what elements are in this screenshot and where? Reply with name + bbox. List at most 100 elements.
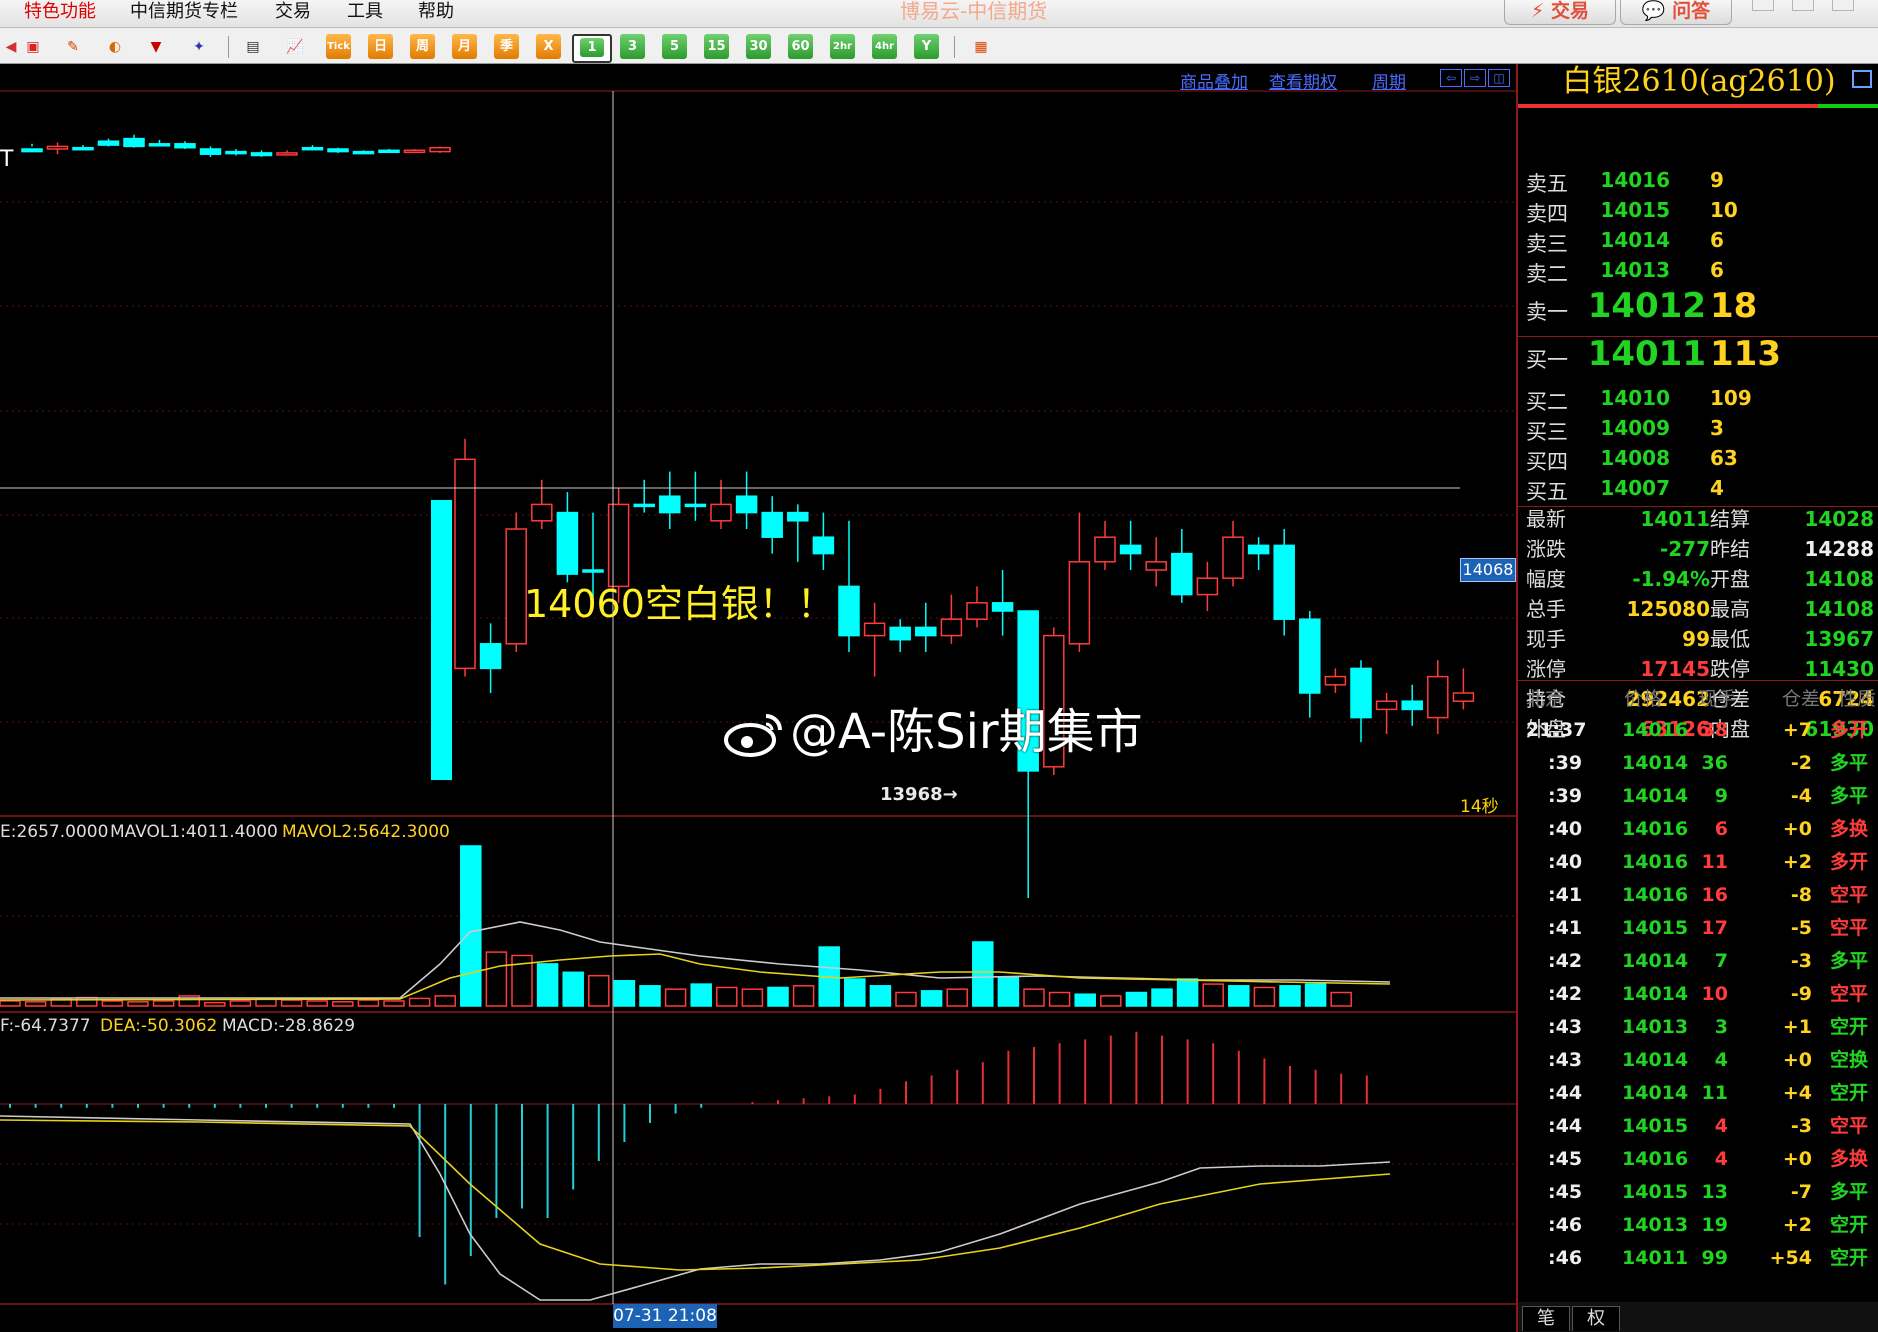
tick-oi: +1	[1782, 1016, 1812, 1038]
tick-time: :42	[1548, 950, 1583, 972]
chart-icon[interactable]: 📈	[284, 36, 306, 58]
ask-price: 14014	[1600, 228, 1670, 252]
tick-oi: +4	[1782, 1082, 1812, 1104]
tick-row[interactable]: :44 14014 11 +4 空开	[1518, 1079, 1878, 1112]
volume-bar	[920, 990, 943, 1007]
period-1min[interactable]: 1	[572, 34, 612, 63]
filter-icon[interactable]: ▼	[145, 36, 167, 58]
options-link[interactable]: 查看期权	[1269, 68, 1337, 93]
ask-row[interactable]: 卖一 14012 18	[1518, 286, 1878, 326]
period-year[interactable]: Y	[914, 34, 939, 59]
volume-bar	[1176, 978, 1199, 1007]
tick-row[interactable]: :41 14016 16 -8 空平	[1518, 881, 1878, 914]
menu-special-features[interactable]: 特色功能	[24, 1, 96, 23]
table-icon[interactable]: ▤	[242, 36, 264, 58]
split-view-icon[interactable]: ◫	[1488, 69, 1510, 87]
period-x[interactable]: X	[536, 34, 561, 59]
candle-body	[1299, 618, 1321, 694]
tick-row[interactable]: :45 14015 13 -7 多平	[1518, 1178, 1878, 1211]
bid-row[interactable]: 买五 14007 4	[1518, 476, 1878, 506]
menu-tools[interactable]: 工具	[347, 1, 383, 23]
tick-row[interactable]: :44 14015 4 -3 空平	[1518, 1112, 1878, 1145]
back-icon[interactable]: ◀	[0, 36, 22, 58]
period-link[interactable]: 周期	[1372, 68, 1406, 93]
tab-ticks[interactable]: 笔	[1522, 1306, 1570, 1331]
tick-row[interactable]: :40 14016 6 +0 多换	[1518, 815, 1878, 848]
chart-area[interactable]: 商品叠加 查看期权 周期 ⇦ ⇨ ◫ T E:2657.0000 MAVOL1:…	[0, 64, 1516, 1332]
bid-row[interactable]: 买一 14011 113	[1518, 334, 1878, 374]
period-4hr[interactable]: 4hr	[872, 34, 897, 59]
menu-help[interactable]: 帮助	[418, 1, 454, 23]
trade-button[interactable]: ⚡ 交易	[1504, 0, 1616, 25]
volume-bar	[485, 951, 508, 1007]
candle-body	[812, 536, 835, 555]
stat-label: 幅度	[1526, 567, 1566, 591]
tick-row[interactable]: :45 14016 4 +0 多换	[1518, 1145, 1878, 1178]
scroll-left-icon[interactable]: ⇦	[1440, 69, 1462, 87]
bid-row[interactable]: 买三 14009 3	[1518, 416, 1878, 446]
period-5min[interactable]: 5	[662, 34, 687, 59]
period-day[interactable]: 日	[368, 34, 393, 59]
period-tick[interactable]: Tick	[326, 34, 351, 59]
period-60min[interactable]: 60	[788, 34, 813, 59]
pencil-icon[interactable]: ✎	[62, 36, 84, 58]
tick-row[interactable]: :46 14011 99 +54 空开	[1518, 1244, 1878, 1277]
volume-bar	[664, 988, 687, 1007]
tick-row[interactable]: :39 14014 36 -2 多平	[1518, 749, 1878, 782]
tab-rights[interactable]: 权	[1572, 1306, 1620, 1331]
bid-level-label: 买四	[1526, 450, 1568, 474]
period-30min[interactable]: 30	[746, 34, 771, 59]
draw-tool-icon[interactable]: ◐	[104, 36, 126, 58]
tick-row[interactable]: :43 14014 4 +0 空换	[1518, 1046, 1878, 1079]
menu-trade[interactable]: 交易	[275, 1, 311, 23]
candle-body	[21, 148, 43, 153]
tick-oi: -2	[1790, 752, 1812, 774]
period-3min[interactable]: 3	[620, 34, 645, 59]
ask-row[interactable]: 卖五 14016 9	[1518, 168, 1878, 198]
layout-icon[interactable]: ▦	[970, 36, 992, 58]
tick-qty: 11	[1701, 1082, 1728, 1104]
tick-oi: +0	[1782, 1148, 1812, 1170]
period-week[interactable]: 周	[410, 34, 435, 59]
period-month[interactable]: 月	[452, 34, 477, 59]
period-season[interactable]: 季	[494, 34, 519, 59]
copy-icon[interactable]: ▣	[22, 36, 44, 58]
ask-qty: 9	[1710, 168, 1724, 192]
candle-body	[838, 585, 860, 637]
maximize-button[interactable]	[1792, 0, 1814, 11]
tick-row[interactable]: 21:37 14016 38 +7 多开	[1518, 716, 1878, 749]
ask-row[interactable]: 卖四 14015 10	[1518, 198, 1878, 228]
ask-row[interactable]: 卖三 14014 6	[1518, 228, 1878, 258]
minimize-button[interactable]	[1752, 0, 1774, 11]
ask-button[interactable]: 💬 问答	[1620, 0, 1732, 25]
tick-row[interactable]: :40 14016 11 +2 多开	[1518, 848, 1878, 881]
menu-citic-column[interactable]: 中信期货专栏	[130, 1, 238, 23]
bid-row[interactable]: 买四 14008 63	[1518, 446, 1878, 476]
period-15min[interactable]: 15	[704, 34, 729, 59]
kline-chart[interactable]	[0, 64, 1516, 1332]
stat-label: 结算	[1710, 507, 1750, 531]
period-2hr[interactable]: 2hr	[830, 34, 855, 59]
annotation-text: 14060空白银！！	[524, 582, 835, 626]
new-icon[interactable]: ✦	[188, 36, 210, 58]
tick-nature: 空换	[1830, 1049, 1869, 1071]
scroll-right-icon[interactable]: ⇨	[1464, 69, 1486, 87]
window-toggle-icon[interactable]	[1852, 70, 1872, 88]
tick-row[interactable]: :43 14013 3 +1 空开	[1518, 1013, 1878, 1046]
ask-row[interactable]: 卖二 14013 6	[1518, 258, 1878, 288]
close-button[interactable]	[1832, 0, 1854, 11]
tick-time: :46	[1548, 1247, 1583, 1269]
lightning-icon: ⚡	[1531, 0, 1545, 22]
volume-bar	[357, 999, 380, 1007]
overlay-link[interactable]: 商品叠加	[1180, 68, 1248, 93]
volume-bar	[972, 941, 994, 1007]
tick-row[interactable]: :42 14014 7 -3 多平	[1518, 947, 1878, 980]
tick-row[interactable]: :39 14014 9 -4 多平	[1518, 782, 1878, 815]
candle-body	[531, 503, 553, 522]
candle-body	[250, 152, 273, 157]
bid-row[interactable]: 买二 14010 109	[1518, 386, 1878, 416]
stat-value: 14108	[1804, 597, 1874, 621]
tick-row[interactable]: :42 14014 10 -9 空平	[1518, 980, 1878, 1013]
tick-row[interactable]: :41 14015 17 -5 空平	[1518, 914, 1878, 947]
tick-row[interactable]: :46 14013 19 +2 空开	[1518, 1211, 1878, 1244]
